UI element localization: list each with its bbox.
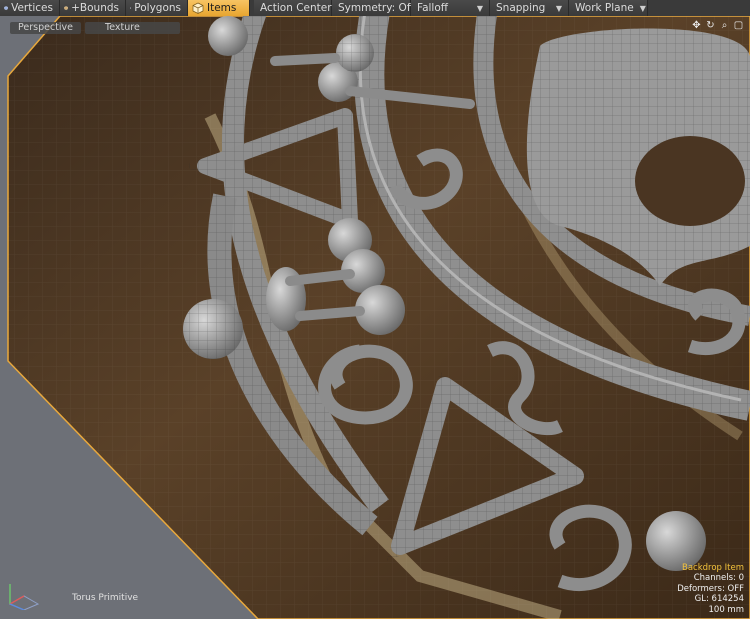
work-plane-label: Work Plane (575, 2, 634, 14)
texture-shading-tab[interactable]: Texture (85, 22, 180, 34)
action-center-dropdown[interactable]: Action Center ▼ (254, 0, 344, 16)
zoom-view-icon[interactable]: ⌕ (719, 20, 730, 31)
info-gl: GL: 614254 (694, 594, 744, 604)
viewport-tabs: Perspective Texture (10, 22, 180, 34)
symmetry-label: Symmetry: Off (338, 2, 415, 14)
viewport-nav-controls: ✥ ↻ ⌕ ▢ (691, 20, 744, 31)
bounds-button[interactable]: +Bounds (60, 0, 126, 16)
snapping-dropdown[interactable]: Snapping ▼ (490, 0, 569, 16)
vertices-button[interactable]: Vertices (0, 0, 60, 16)
3d-viewport[interactable]: Perspective Texture ✥ ↻ ⌕ ▢ Torus Primit… (0, 16, 750, 619)
polygons-cube-icon (130, 7, 132, 9)
items-label: Items (207, 2, 237, 14)
bounds-cube-icon (64, 6, 68, 11)
items-button[interactable]: Items (188, 0, 250, 16)
vertices-label: Vertices (11, 2, 53, 14)
info-scale: 100 mm (708, 604, 745, 615)
action-center-label: Action Center (260, 2, 332, 14)
falloff-dropdown[interactable]: Falloff ▼ (411, 0, 490, 16)
bounds-label: +Bounds (71, 2, 119, 14)
snapping-label: Snapping (496, 2, 546, 14)
info-deformers: Deformers: OFF (677, 583, 744, 594)
items-cube-icon (192, 2, 204, 14)
symmetry-dropdown[interactable]: Symmetry: Off ▼ (332, 0, 426, 16)
maximize-view-icon[interactable]: ▢ (733, 20, 744, 31)
falloff-label: Falloff (417, 2, 449, 14)
vertices-cube-icon (4, 6, 8, 11)
chevron-down-icon: ▼ (555, 3, 562, 13)
top-toolbar: Vertices +Bounds Polygons Items Action C… (0, 0, 750, 16)
chevron-down-icon: ▼ (476, 3, 483, 13)
info-title: Backdrop Item (682, 562, 744, 573)
selected-item-label: Torus Primitive (72, 593, 139, 603)
rotate-view-icon[interactable]: ↻ (705, 20, 716, 31)
work-plane-dropdown[interactable]: Work Plane ▼ (569, 0, 648, 16)
chevron-down-icon: ▼ (639, 3, 646, 13)
axis-gizmo-icon (6, 574, 42, 613)
polygons-label: Polygons (134, 2, 181, 14)
perspective-view-tab[interactable]: Perspective (10, 22, 82, 34)
scene-render[interactable] (0, 16, 750, 619)
viewport-info-overlay: Backdrop Item Channels: 0 Deformers: OFF… (677, 563, 744, 616)
move-view-icon[interactable]: ✥ (691, 20, 702, 31)
info-channels: Channels: 0 (693, 573, 744, 583)
polygons-button[interactable]: Polygons (126, 0, 188, 16)
